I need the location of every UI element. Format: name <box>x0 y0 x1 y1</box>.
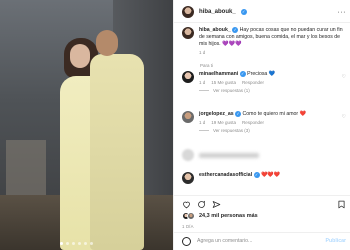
divider <box>174 232 350 233</box>
verified-badge-icon: ✓ <box>240 9 247 15</box>
reply-button[interactable]: Responder <box>242 80 264 85</box>
caption-username[interactable]: hiba_abouk_ <box>199 27 231 33</box>
comment-text: Como te quiero mi amor ❤️ <box>242 111 307 117</box>
carousel-dot <box>72 242 75 245</box>
post-date: 1 DÍA <box>182 224 194 229</box>
save-icon[interactable] <box>337 200 346 209</box>
comment-likes[interactable]: 15 Me gusta <box>211 80 236 85</box>
avatar[interactable] <box>182 71 194 83</box>
verified-badge-icon: ✓ <box>253 172 260 178</box>
comment-item: esthercanadasofficial ✓ ❤️❤️❤️ <box>182 172 346 184</box>
view-replies-label: Ver respuestas (3) <box>213 128 250 133</box>
avatar[interactable] <box>182 111 194 123</box>
comment-icon[interactable] <box>197 200 206 209</box>
avatar <box>187 212 195 220</box>
comment-item: minaelhammani ✓ Preciosa 💙 1 d 15 Me gus… <box>182 71 346 93</box>
comment-like-icon[interactable]: ♡ <box>342 74 346 80</box>
post-header: hiba_abouk_ ✓ ··· <box>182 4 346 20</box>
carousel-dot <box>90 242 93 245</box>
verified-badge-icon: ✓ <box>235 111 242 117</box>
comment-username[interactable]: jorgelopez_as <box>199 111 234 117</box>
view-replies-button[interactable]: Ver respuestas (3) <box>199 128 346 133</box>
man-figure <box>90 30 148 250</box>
comment-input[interactable] <box>197 238 320 244</box>
avatar[interactable] <box>182 6 194 18</box>
para-ti-label: Para ti <box>200 63 214 68</box>
avatar <box>182 149 194 161</box>
add-comment-bar: Publicar <box>182 235 346 247</box>
carousel-dot <box>66 242 69 245</box>
caption-text: hiba_abouk_ ✓ Hay pocas cosas que no pue… <box>199 27 346 48</box>
post-username[interactable]: hiba_abouk_ <box>199 9 236 15</box>
reply-button[interactable]: Responder <box>242 120 264 125</box>
comment-username[interactable]: minaelhammani <box>199 71 238 77</box>
comment-time: 1 d <box>199 120 206 125</box>
more-options-icon[interactable]: ··· <box>338 9 347 16</box>
carousel-dot <box>78 242 81 245</box>
caption-time: 1 d <box>199 50 206 55</box>
carousel-dot <box>84 242 87 245</box>
view-replies-label: Ver respuestas (1) <box>213 88 250 93</box>
avatar[interactable] <box>182 27 194 39</box>
share-icon[interactable] <box>212 200 221 209</box>
avatar[interactable] <box>182 172 194 184</box>
comment-text: Preciosa 💙 <box>247 71 276 77</box>
comment-like-icon[interactable]: ♡ <box>342 114 346 120</box>
divider <box>174 195 350 196</box>
blurred-text <box>199 152 259 158</box>
divider <box>174 22 350 23</box>
comment-text: ❤️❤️❤️ <box>260 172 281 178</box>
carousel-dots <box>60 242 93 245</box>
post-details-panel: hiba_abouk_ ✓ ··· hiba_abouk_ ✓ Hay poca… <box>173 0 350 250</box>
verified-badge-icon: ✓ <box>232 27 239 33</box>
emoji-icon[interactable] <box>182 236 191 246</box>
likes-summary[interactable]: 24,3 mil personas más <box>182 212 346 220</box>
post-photo[interactable] <box>0 0 173 250</box>
comment-username[interactable]: esthercanadasofficial <box>199 172 252 178</box>
blurred-comment <box>182 148 346 162</box>
comment-item: jorgelopez_as ✓ Como te quiero mi amor ❤… <box>182 111 346 133</box>
comment-likes[interactable]: 19 Me gusta <box>211 120 236 125</box>
action-bar <box>182 198 346 210</box>
view-replies-button[interactable]: Ver respuestas (1) <box>199 88 346 93</box>
publish-button[interactable]: Publicar <box>326 238 346 244</box>
post-caption: hiba_abouk_ ✓ Hay pocas cosas que no pue… <box>182 27 346 55</box>
carousel-dot <box>60 242 63 245</box>
verified-badge-icon: ✓ <box>239 71 246 77</box>
liker-avatars <box>182 212 195 220</box>
comment-time: 1 d <box>199 80 206 85</box>
likes-count[interactable]: 24,3 mil personas más <box>199 213 258 219</box>
like-icon[interactable] <box>182 200 191 209</box>
